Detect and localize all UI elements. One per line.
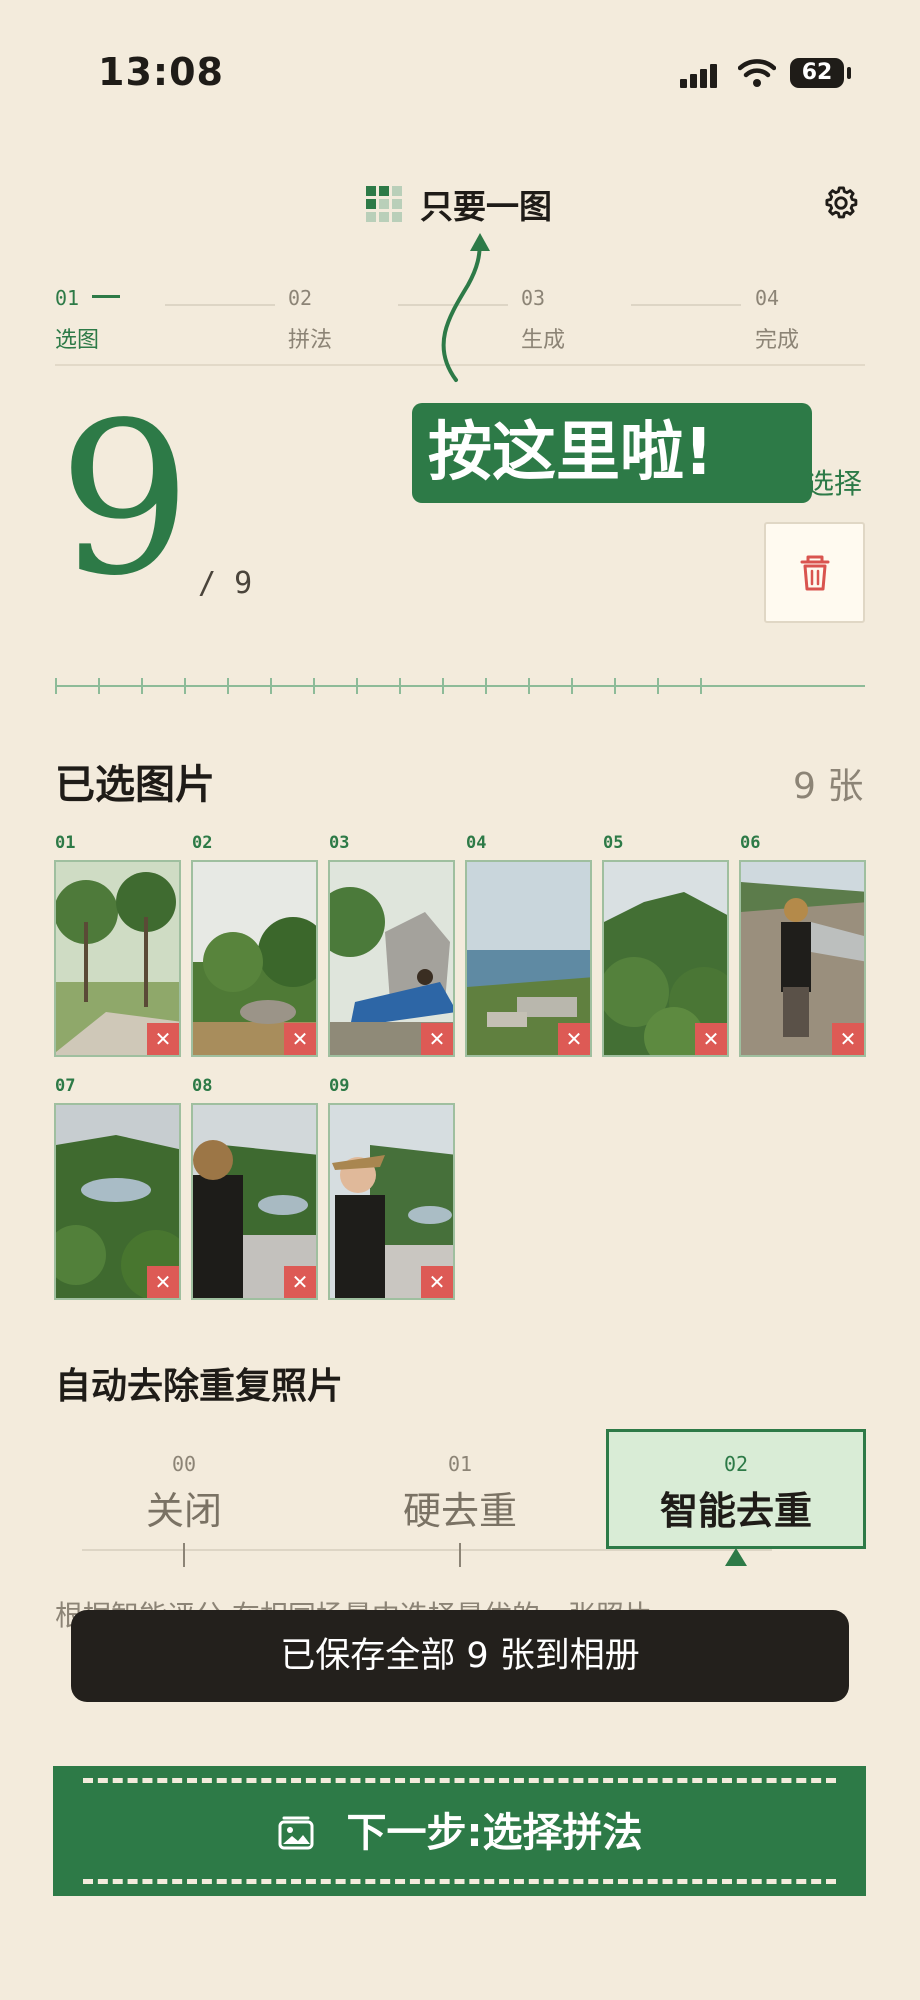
photo-thumbnail[interactable]: ✕ xyxy=(465,860,592,1057)
step-1-active-dash xyxy=(92,295,120,298)
total-count-label: / 9 xyxy=(198,566,253,601)
remove-photo-button[interactable]: ✕ xyxy=(421,1266,453,1298)
step-connector xyxy=(165,304,275,306)
photo-thumbnail[interactable]: ✕ xyxy=(328,860,455,1057)
wifi-icon xyxy=(738,59,776,87)
app-logo-icon xyxy=(366,186,402,222)
photo-number: 07 xyxy=(55,1076,76,1096)
hint-tooltip: 按这里啦! xyxy=(412,403,812,503)
step-4-label[interactable]: 完成 xyxy=(755,322,799,354)
status-time: 13:08 xyxy=(98,50,224,94)
dedup-option-smart[interactable]: 智能去重 xyxy=(626,1480,846,1535)
remove-photo-button[interactable]: ✕ xyxy=(558,1023,590,1055)
photo-thumbnail[interactable]: ✕ xyxy=(602,860,729,1057)
next-step-label-wrap: 下一步:选择拼法 xyxy=(53,1766,866,1896)
next-step-button[interactable]: 下一步:选择拼法 xyxy=(53,1766,866,1896)
step-connector xyxy=(631,304,741,306)
dedup-slider-track xyxy=(82,1549,772,1551)
slider-pointer-icon xyxy=(725,1548,747,1566)
remove-photo-button[interactable]: ✕ xyxy=(147,1023,179,1055)
selected-count-number: 9 xyxy=(58,377,192,622)
remove-photo-button[interactable]: ✕ xyxy=(695,1023,727,1055)
photo-number: 06 xyxy=(740,833,761,853)
reselect-link[interactable]: 选择 xyxy=(806,462,862,502)
photo-number: 03 xyxy=(329,833,350,853)
dedup-option-3-number: 02 xyxy=(723,1452,749,1476)
selected-photos-title: 已选图片 xyxy=(55,762,215,808)
step-2-number: 02 xyxy=(288,286,313,310)
slider-tick xyxy=(459,1543,461,1567)
dedup-option-off[interactable]: 关闭 xyxy=(104,1480,264,1535)
slider-tick xyxy=(183,1543,185,1567)
photo-number: 08 xyxy=(192,1076,213,1096)
photo-number: 05 xyxy=(603,833,624,853)
step-3-label[interactable]: 生成 xyxy=(521,322,565,354)
step-2-label[interactable]: 拼法 xyxy=(288,322,332,354)
photo-thumbnail[interactable]: ✕ xyxy=(54,860,181,1057)
photo-thumbnail[interactable]: ✕ xyxy=(739,860,866,1057)
photo-thumbnail[interactable]: ✕ xyxy=(191,860,318,1057)
battery-tip xyxy=(847,67,851,79)
pointer-arrow-icon xyxy=(441,233,490,382)
step-1-number: 01 xyxy=(55,286,80,310)
photo-thumbnail[interactable]: ✕ xyxy=(191,1103,318,1300)
photo-number: 09 xyxy=(329,1076,350,1096)
photo-icon xyxy=(278,1816,314,1850)
trash-icon xyxy=(800,555,830,591)
step-3-number: 03 xyxy=(521,286,546,310)
photo-number: 02 xyxy=(192,833,213,853)
photo-thumbnail[interactable]: ✕ xyxy=(328,1103,455,1300)
battery-indicator: 62 xyxy=(790,58,844,88)
remove-photo-button[interactable]: ✕ xyxy=(421,1023,453,1055)
dedup-option-1-number: 00 xyxy=(171,1452,197,1476)
dedup-option-hard[interactable]: 硬去重 xyxy=(380,1480,540,1535)
remove-photo-button[interactable]: ✕ xyxy=(832,1023,864,1055)
photo-thumbnail[interactable]: ✕ xyxy=(54,1103,181,1300)
remove-photo-button[interactable]: ✕ xyxy=(284,1266,316,1298)
gear-icon[interactable] xyxy=(822,184,860,222)
progress-ruler xyxy=(55,678,865,694)
remove-photo-button[interactable]: ✕ xyxy=(147,1266,179,1298)
selected-photos-count: 9 张 xyxy=(793,766,864,807)
app-title: 只要一图 xyxy=(420,187,552,226)
saved-toast: 已保存全部 9 张到相册 xyxy=(71,1610,849,1702)
delete-all-button[interactable] xyxy=(764,522,865,623)
photo-number: 04 xyxy=(466,833,487,853)
photo-number: 01 xyxy=(55,833,76,853)
dedup-title: 自动去除重复照片 xyxy=(55,1366,344,1407)
next-step-label: 下一步:选择拼法 xyxy=(346,1810,643,1856)
step-4-number: 04 xyxy=(755,286,780,310)
remove-photo-button[interactable]: ✕ xyxy=(284,1023,316,1055)
step-1-label[interactable]: 选图 xyxy=(55,322,99,354)
cellular-signal-icon xyxy=(680,62,724,88)
dedup-option-2-number: 01 xyxy=(447,1452,473,1476)
